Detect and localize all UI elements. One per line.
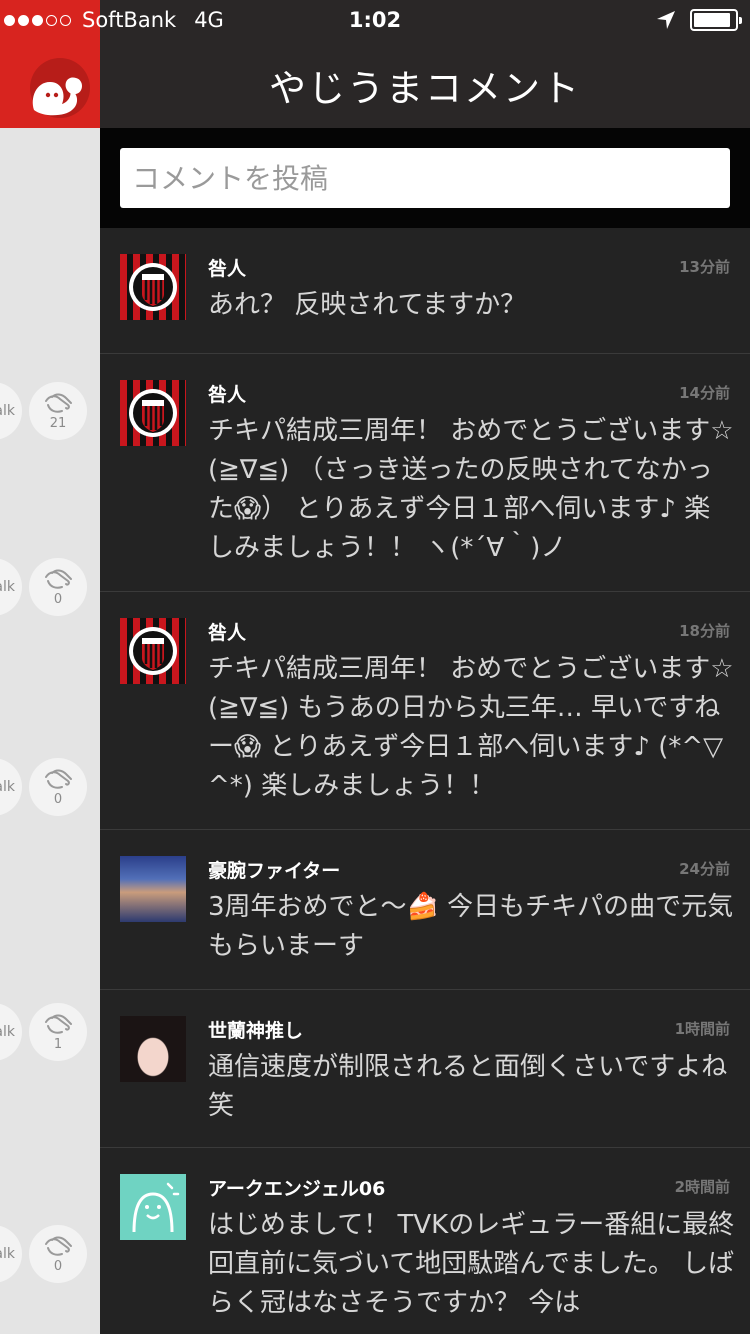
comment-timestamp: 14分前 [679,384,730,402]
talk-button[interactable]: alk [0,558,22,616]
sidebar: alk 21 alk 0 alk 0 alk 1 alk 0 [0,0,100,1334]
battery-icon [690,9,742,31]
talk-button[interactable]: alk [0,382,22,440]
comment-text: あれ？ 反映されてますか？ [208,290,527,320]
comment-item[interactable]: 咎人 18分前チキパ結成三周年！ おめでとうございます☆ (≧∇≦) もうあの日か… [100,592,750,830]
page-title: やじうまコメント [269,67,581,110]
comment-text: チキパ結成三周年！ おめでとうございます☆ (≧∇≦) もうあの日から丸三年… … [208,654,734,801]
comment-input[interactable] [120,148,730,208]
comment-timestamp: 1時間前 [674,1020,730,1038]
user-avatar[interactable] [120,1016,186,1082]
comment-username[interactable]: 咎人 [208,380,246,407]
sidebar-row: alk 1 [0,993,100,1073]
clap-hands-icon [45,769,72,789]
comment-item[interactable]: 豪腕ファイター 24分前 3周年おめでと〜🍰 今日もチキパの曲で元気もらいまーす [100,830,750,990]
clock: 1:02 [348,8,402,32]
comment-item[interactable]: 世蘭神推し 1時間前通信速度が制限されると面倒くさいですよね笑 [100,990,750,1148]
comment-username[interactable]: 世蘭神推し [208,1016,303,1043]
comment-item[interactable]: 咎人 14分前チキパ結成三周年！ おめでとうございます☆ (≧∇≦) （さっき送っ… [100,354,750,592]
sidebar-row: alk 0 [0,1215,100,1295]
clap-count: 21 [49,416,67,431]
comment-username[interactable]: 咎人 [208,254,246,281]
comment-item[interactable]: アークエンジェル06 2時間前はじめまして！ TVKのレギュラー番組に最終回直前に… [100,1148,750,1334]
talk-label: alk [0,1246,15,1262]
sidebar-row: alk 21 [0,372,100,452]
comment-item[interactable]: 咎人 13分前あれ？ 反映されてますか？ [100,228,750,354]
comment-timestamp: 18分前 [679,622,730,640]
acmilan-crest-icon [129,263,177,311]
user-avatar[interactable] [120,1174,186,1240]
comment-username[interactable]: アークエンジェル06 [208,1174,385,1201]
clap-button[interactable]: 0 [29,758,87,816]
user-avatar[interactable] [120,618,186,684]
talk-button[interactable]: alk [0,1003,22,1061]
default-avatar-icon [132,1182,180,1233]
clap-button[interactable]: 21 [29,382,87,440]
compose-bar [100,128,750,228]
comment-timestamp: 24分前 [679,860,730,878]
clap-count: 1 [53,1037,63,1052]
comment-username[interactable]: 豪腕ファイター [208,856,340,883]
talk-label: alk [0,1024,15,1040]
location-arrow-icon [657,11,675,29]
status-right [656,9,742,31]
acmilan-crest-icon [129,627,177,675]
yajiuma-ghost-logo-icon [30,58,90,118]
clap-button[interactable]: 1 [29,1003,87,1061]
clap-count: 0 [53,1259,63,1274]
comment-text: 通信速度が制限されると面倒くさいですよね笑 [208,1052,728,1121]
clap-button[interactable]: 0 [29,1225,87,1283]
clap-hands-icon [45,569,72,589]
battery-level [694,13,730,27]
comment-text: はじめまして！ TVKのレギュラー番組に最終回直前に気づいて地団駄踏んでました。… [208,1210,735,1318]
status-bar: SoftBank 4G 1:02 [0,0,750,40]
comment-username[interactable]: 咎人 [208,618,246,645]
talk-button[interactable]: alk [0,758,22,816]
talk-label: alk [0,779,15,795]
user-avatar[interactable] [120,380,186,446]
clap-count: 0 [53,792,63,807]
talk-button[interactable]: alk [0,1225,22,1283]
user-avatar[interactable] [120,856,186,922]
acmilan-crest-icon [129,389,177,437]
comment-text: 3周年おめでと〜🍰 今日もチキパの曲で元気もらいまーす [208,892,734,961]
talk-label: alk [0,403,15,419]
clap-hands-icon [45,1014,72,1034]
sidebar-row: alk 0 [0,548,100,628]
clap-button[interactable]: 0 [29,558,87,616]
clap-count: 0 [53,592,63,607]
comment-timestamp: 2時間前 [674,1178,730,1196]
sidebar-row: alk 0 [0,748,100,828]
main-panel: やじうまコメント 咎人 13分前あれ？ 反映されてますか？ 咎人 14分前チキパ結成三… [100,0,750,1334]
clap-hands-icon [45,393,72,413]
talk-label: alk [0,579,15,595]
clap-hands-icon [45,1236,72,1256]
comment-text: チキパ結成三周年！ おめでとうございます☆ (≧∇≦) （さっき送ったの反映され… [208,416,734,563]
user-avatar[interactable] [120,254,186,320]
comment-timestamp: 13分前 [679,258,730,276]
